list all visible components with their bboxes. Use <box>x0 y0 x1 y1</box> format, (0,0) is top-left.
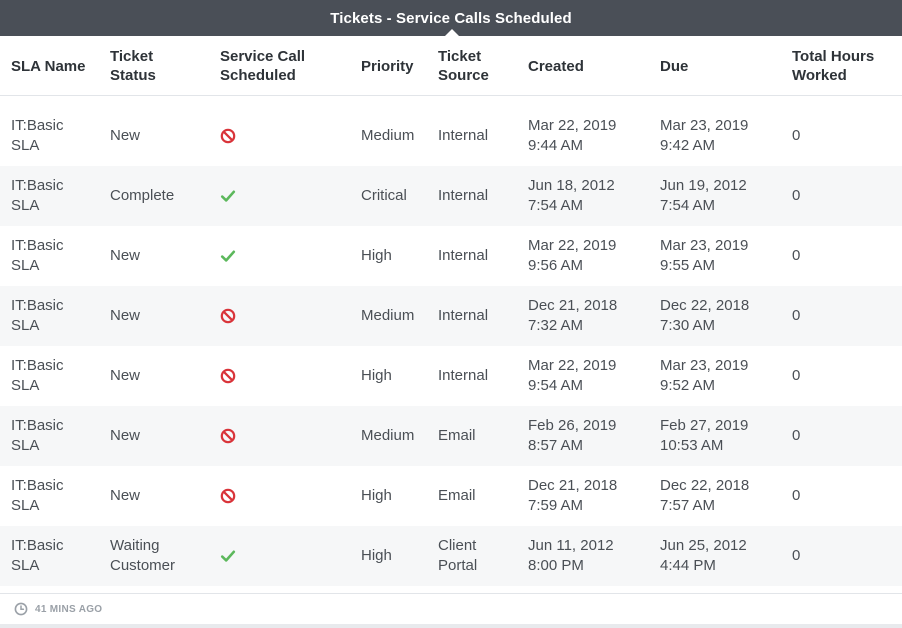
cell-due: Mar 23, 2019 9:55 AM <box>660 237 749 274</box>
cell-total-hours-worked: 0 <box>792 127 801 144</box>
cell-ticket-source: Client Portal <box>438 537 478 574</box>
table-row[interactable]: IT:Basic SLA New Medium Email Feb 26, 2019 8:5… <box>0 406 902 466</box>
clock-icon <box>14 602 28 616</box>
cell-due: Feb 27, 2019 10:53 AM <box>660 417 749 454</box>
cell-service-call-scheduled <box>220 106 355 166</box>
cell-total-hours-worked: 0 <box>792 307 801 324</box>
cell-ticket-status: Waiting Customer <box>110 537 176 574</box>
cell-service-call-scheduled <box>220 406 355 466</box>
cell-ticket-source: Internal <box>438 187 489 204</box>
not-scheduled-icon <box>220 368 236 384</box>
cell-created: Jun 18, 2012 7:54 AM <box>528 177 615 214</box>
cell-ticket-status: New <box>110 127 141 144</box>
cell-priority: Critical <box>361 187 407 204</box>
cell-sla-name: IT:Basic SLA <box>11 477 64 514</box>
footer-shadow <box>0 624 902 628</box>
widget-footer: 41 MINS AGO <box>0 593 902 624</box>
cell-ticket-status: New <box>110 487 141 504</box>
cell-due: Mar 23, 2019 9:52 AM <box>660 357 749 394</box>
cell-priority: Medium <box>361 427 415 444</box>
last-updated-text: 41 MINS AGO <box>35 603 103 615</box>
cell-created: Dec 21, 2018 7:32 AM <box>528 297 618 334</box>
table-row[interactable]: IT:Basic SLA New High Internal Mar 22, 2019 9:… <box>0 346 902 406</box>
cell-ticket-source: Internal <box>438 367 489 384</box>
cell-ticket-source: Internal <box>438 127 489 144</box>
col-header-total-hours-worked[interactable]: Total Hours Worked <box>792 36 892 96</box>
not-scheduled-icon <box>220 488 236 504</box>
table-row[interactable]: IT:Basic SLA Complete Critical Internal Jun 1… <box>0 166 902 226</box>
scheduled-check-icon <box>220 250 236 262</box>
cell-total-hours-worked: 0 <box>792 367 801 384</box>
table-header: SLA Name Ticket Status Service Call Sche… <box>0 36 902 96</box>
cell-priority: High <box>361 487 392 504</box>
cell-created: Mar 22, 2019 9:54 AM <box>528 357 617 394</box>
cell-created: Feb 26, 2019 8:57 AM <box>528 417 617 454</box>
cell-service-call-scheduled <box>220 286 355 346</box>
table-row[interactable]: IT:Basic SLA New High Internal Mar 22, 2019 9:… <box>0 226 902 286</box>
cell-sla-name: IT:Basic SLA <box>11 237 64 274</box>
cell-total-hours-worked: 0 <box>792 187 801 204</box>
col-header-sla-name[interactable]: SLA Name <box>11 36 106 96</box>
widget-title: Tickets - Service Calls Scheduled <box>330 9 572 27</box>
cell-sla-name: IT:Basic SLA <box>11 117 64 154</box>
table-row[interactable]: IT:Basic SLA Waiting Customer High Client Port… <box>0 526 902 586</box>
title-notch <box>445 29 459 36</box>
col-header-ticket-source[interactable]: Ticket Source <box>438 36 523 96</box>
cell-ticket-source: Email <box>438 427 476 444</box>
cell-due: Dec 22, 2018 7:57 AM <box>660 477 750 514</box>
not-scheduled-icon <box>220 308 236 324</box>
table-row[interactable]: IT:Basic SLA New High Email Dec 21, 2018 7:59 … <box>0 466 902 526</box>
cell-priority: High <box>361 547 392 564</box>
cell-priority: Medium <box>361 127 415 144</box>
col-header-service-call-scheduled[interactable]: Service Call Scheduled <box>220 36 355 96</box>
cell-created: Mar 22, 2019 9:56 AM <box>528 237 617 274</box>
cell-service-call-scheduled <box>220 526 355 586</box>
table-body: IT:Basic SLA New Medium Internal Mar 22, 2019… <box>0 106 902 586</box>
col-header-created[interactable]: Created <box>528 36 656 96</box>
cell-priority: High <box>361 367 392 384</box>
cell-priority: Medium <box>361 307 415 324</box>
cell-sla-name: IT:Basic SLA <box>11 297 64 334</box>
cell-due: Jun 19, 2012 7:54 AM <box>660 177 747 214</box>
col-header-ticket-status[interactable]: Ticket Status <box>110 36 215 96</box>
cell-total-hours-worked: 0 <box>792 547 801 564</box>
cell-ticket-status: Complete <box>110 187 175 204</box>
cell-sla-name: IT:Basic SLA <box>11 537 64 574</box>
cell-due: Mar 23, 2019 9:42 AM <box>660 117 749 154</box>
cell-service-call-scheduled <box>220 226 355 286</box>
cell-sla-name: IT:Basic SLA <box>11 177 64 214</box>
cell-total-hours-worked: 0 <box>792 247 801 264</box>
not-scheduled-icon <box>220 128 236 144</box>
cell-ticket-status: New <box>110 427 141 444</box>
cell-ticket-status: New <box>110 247 141 264</box>
scheduled-check-icon <box>220 550 236 562</box>
cell-service-call-scheduled <box>220 166 355 226</box>
tickets-widget: Tickets - Service Calls Scheduled SLA Na… <box>0 0 902 628</box>
table-row[interactable]: IT:Basic SLA New Medium Internal Dec 21, 2018… <box>0 286 902 346</box>
cell-total-hours-worked: 0 <box>792 487 801 504</box>
cell-created: Mar 22, 2019 9:44 AM <box>528 117 617 154</box>
cell-due: Jun 25, 2012 4:44 PM <box>660 537 747 574</box>
cell-ticket-status: New <box>110 307 141 324</box>
not-scheduled-icon <box>220 428 236 444</box>
cell-due: Dec 22, 2018 7:30 AM <box>660 297 750 334</box>
cell-ticket-source: Internal <box>438 247 489 264</box>
cell-created: Jun 11, 2012 8:00 PM <box>528 537 614 574</box>
col-header-due[interactable]: Due <box>660 36 788 96</box>
cell-ticket-source: Internal <box>438 307 489 324</box>
cell-service-call-scheduled <box>220 346 355 406</box>
cell-ticket-status: New <box>110 367 141 384</box>
cell-sla-name: IT:Basic SLA <box>11 357 64 394</box>
table-row[interactable]: IT:Basic SLA New Medium Internal Mar 22, 2019… <box>0 106 902 166</box>
cell-sla-name: IT:Basic SLA <box>11 417 64 454</box>
cell-total-hours-worked: 0 <box>792 427 801 444</box>
cell-service-call-scheduled <box>220 466 355 526</box>
scheduled-check-icon <box>220 190 236 202</box>
col-header-priority[interactable]: Priority <box>361 36 436 96</box>
cell-ticket-source: Email <box>438 487 476 504</box>
cell-created: Dec 21, 2018 7:59 AM <box>528 477 618 514</box>
cell-priority: High <box>361 247 392 264</box>
